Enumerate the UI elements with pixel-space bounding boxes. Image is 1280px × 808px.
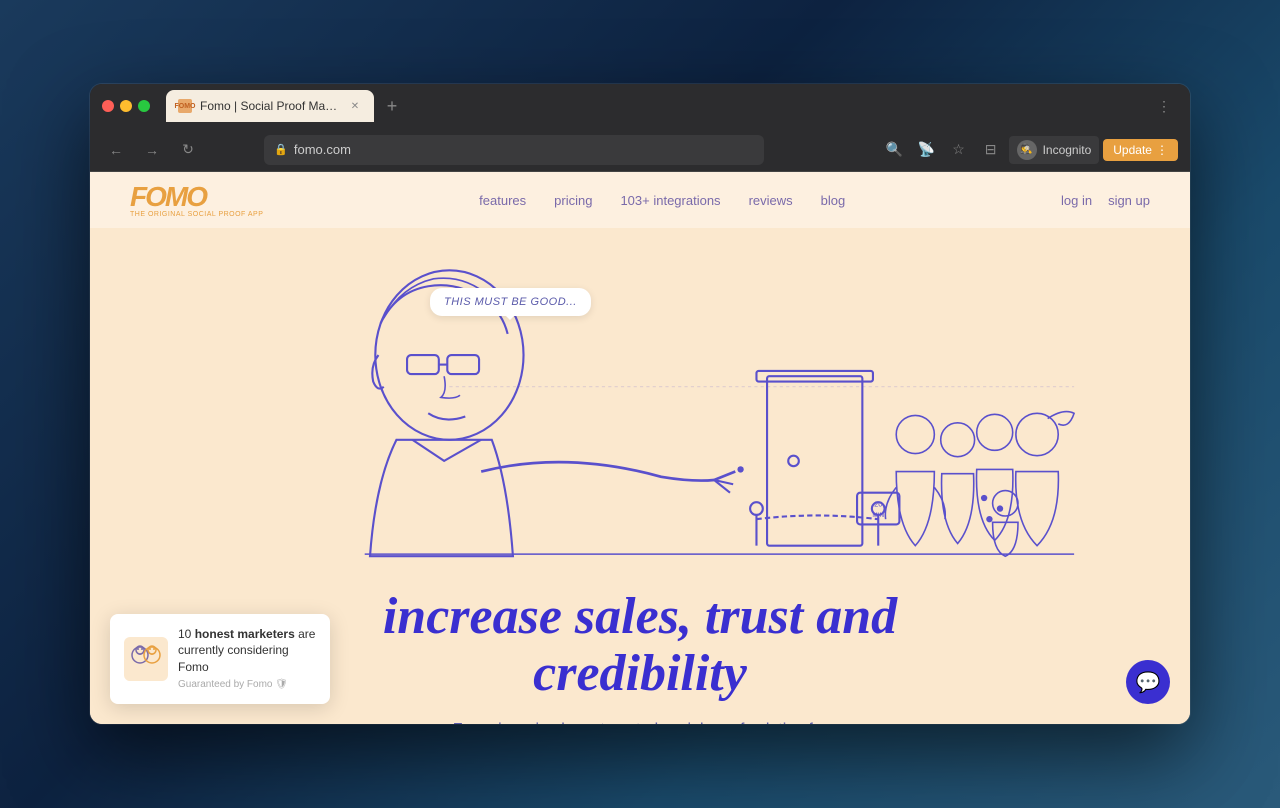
tab-favicon: FOMO (178, 99, 192, 113)
minimize-button[interactable] (120, 100, 132, 112)
profile-toggle-icon[interactable]: ⊟ (977, 136, 1005, 164)
nav-blog[interactable]: blog (821, 193, 846, 208)
lock-icon: 🔒 (274, 143, 288, 156)
update-menu-icon: ⋮ (1156, 143, 1168, 157)
website-content: FOMO THE ORIGINAL SOCIAL PROOF APP featu… (90, 172, 1190, 724)
address-bar: ← → ↻ 🔒 fomo.com 🔍 📡 ☆ ⊟ 🕵 Incognito Upd… (90, 128, 1190, 172)
incognito-label: Incognito (1043, 143, 1092, 157)
update-label: Update (1113, 143, 1152, 157)
popup-bold: honest marketers (195, 627, 295, 641)
forward-button[interactable]: → (138, 136, 166, 164)
hero-section: THIS MUST BE GOOD... (90, 228, 1190, 724)
cast-icon[interactable]: 📡 (913, 136, 941, 164)
popup-text-content: 10 honest marketers are currently consid… (178, 626, 316, 692)
bookmark-icon[interactable]: ☆ (945, 136, 973, 164)
nav-integrations[interactable]: 103+ integrations (620, 193, 720, 208)
popup-count: 10 (178, 627, 191, 641)
reload-button[interactable]: ↻ (174, 136, 202, 164)
hero-svg-illustration: 20 MIN (90, 228, 1190, 588)
popup-footer: Guaranteed by Fomo 🛡 (178, 678, 316, 692)
fomo-nav-links: features pricing 103+ integrations revie… (479, 193, 845, 208)
social-proof-popup: 10 honest marketers are currently consid… (110, 614, 330, 704)
nav-features[interactable]: features (479, 193, 526, 208)
popup-avatar-illustration (126, 639, 166, 679)
address-actions: 🔍 📡 ☆ ⊟ 🕵 Incognito Update ⋮ (881, 136, 1178, 164)
incognito-avatar: 🕵 (1017, 140, 1037, 160)
update-button[interactable]: Update ⋮ (1103, 139, 1178, 161)
back-button[interactable]: ← (102, 136, 130, 164)
titlebar: FOMO Fomo | Social Proof Marketing ✕ + ⋮ (90, 84, 1190, 128)
titlebar-controls: ⋮ (1150, 92, 1178, 120)
popup-avatar (124, 637, 168, 681)
search-icon[interactable]: 🔍 (881, 136, 909, 164)
nav-pricing[interactable]: pricing (554, 193, 592, 208)
shield-icon: 🛡 (275, 679, 288, 690)
maximize-button[interactable] (138, 100, 150, 112)
fomo-logo-text: FOMO (130, 183, 263, 211)
speech-bubble-text: THIS MUST BE GOOD... (444, 296, 577, 308)
new-tab-button[interactable]: + (378, 92, 406, 120)
url-text: fomo.com (294, 142, 351, 157)
fomo-nav-actions: log in sign up (1061, 193, 1150, 208)
url-input[interactable]: 🔒 fomo.com (264, 135, 764, 165)
fomo-logo-sub: THE ORIGINAL SOCIAL PROOF APP (130, 211, 263, 218)
chat-icon: 💬 (1136, 670, 1161, 695)
log-in-link[interactable]: log in (1061, 193, 1092, 208)
speech-bubble: THIS MUST BE GOOD... (430, 288, 591, 316)
sign-up-link[interactable]: sign up (1108, 193, 1150, 208)
nav-reviews[interactable]: reviews (749, 193, 793, 208)
svg-text:MIN: MIN (872, 512, 884, 519)
tab-close-button[interactable]: ✕ (348, 99, 362, 113)
incognito-button[interactable]: 🕵 Incognito (1009, 136, 1100, 164)
hero-headline: increase sales, trust and credibility (383, 588, 897, 702)
fomo-navbar: FOMO THE ORIGINAL SOCIAL PROOF APP featu… (90, 172, 1190, 228)
close-button[interactable] (102, 100, 114, 112)
minimize-window-icon: ⋮ (1150, 92, 1178, 120)
hero-illustration: THIS MUST BE GOOD... (90, 228, 1190, 588)
browser-window: FOMO Fomo | Social Proof Marketing ✕ + ⋮… (90, 84, 1190, 724)
fomo-logo[interactable]: FOMO THE ORIGINAL SOCIAL PROOF APP (130, 183, 263, 218)
chat-button[interactable]: 💬 (1126, 660, 1170, 704)
tab-title: Fomo | Social Proof Marketing (200, 99, 340, 113)
active-tab[interactable]: FOMO Fomo | Social Proof Marketing ✕ (166, 90, 374, 122)
popup-main-text: 10 honest marketers are currently consid… (178, 626, 316, 676)
popup-footer-text: Guaranteed by Fomo (178, 679, 273, 690)
hero-text: increase sales, trust and credibility Fo… (363, 588, 917, 724)
hero-subtext: Fomo is a simple, automated social proof… (440, 718, 840, 724)
svg-text:20: 20 (874, 499, 882, 508)
hero-headline-line2: credibility (533, 645, 747, 702)
hero-headline-line1: increase sales, trust and (383, 588, 897, 645)
tab-bar: FOMO Fomo | Social Proof Marketing ✕ + (166, 90, 1142, 122)
traffic-lights (102, 100, 150, 112)
